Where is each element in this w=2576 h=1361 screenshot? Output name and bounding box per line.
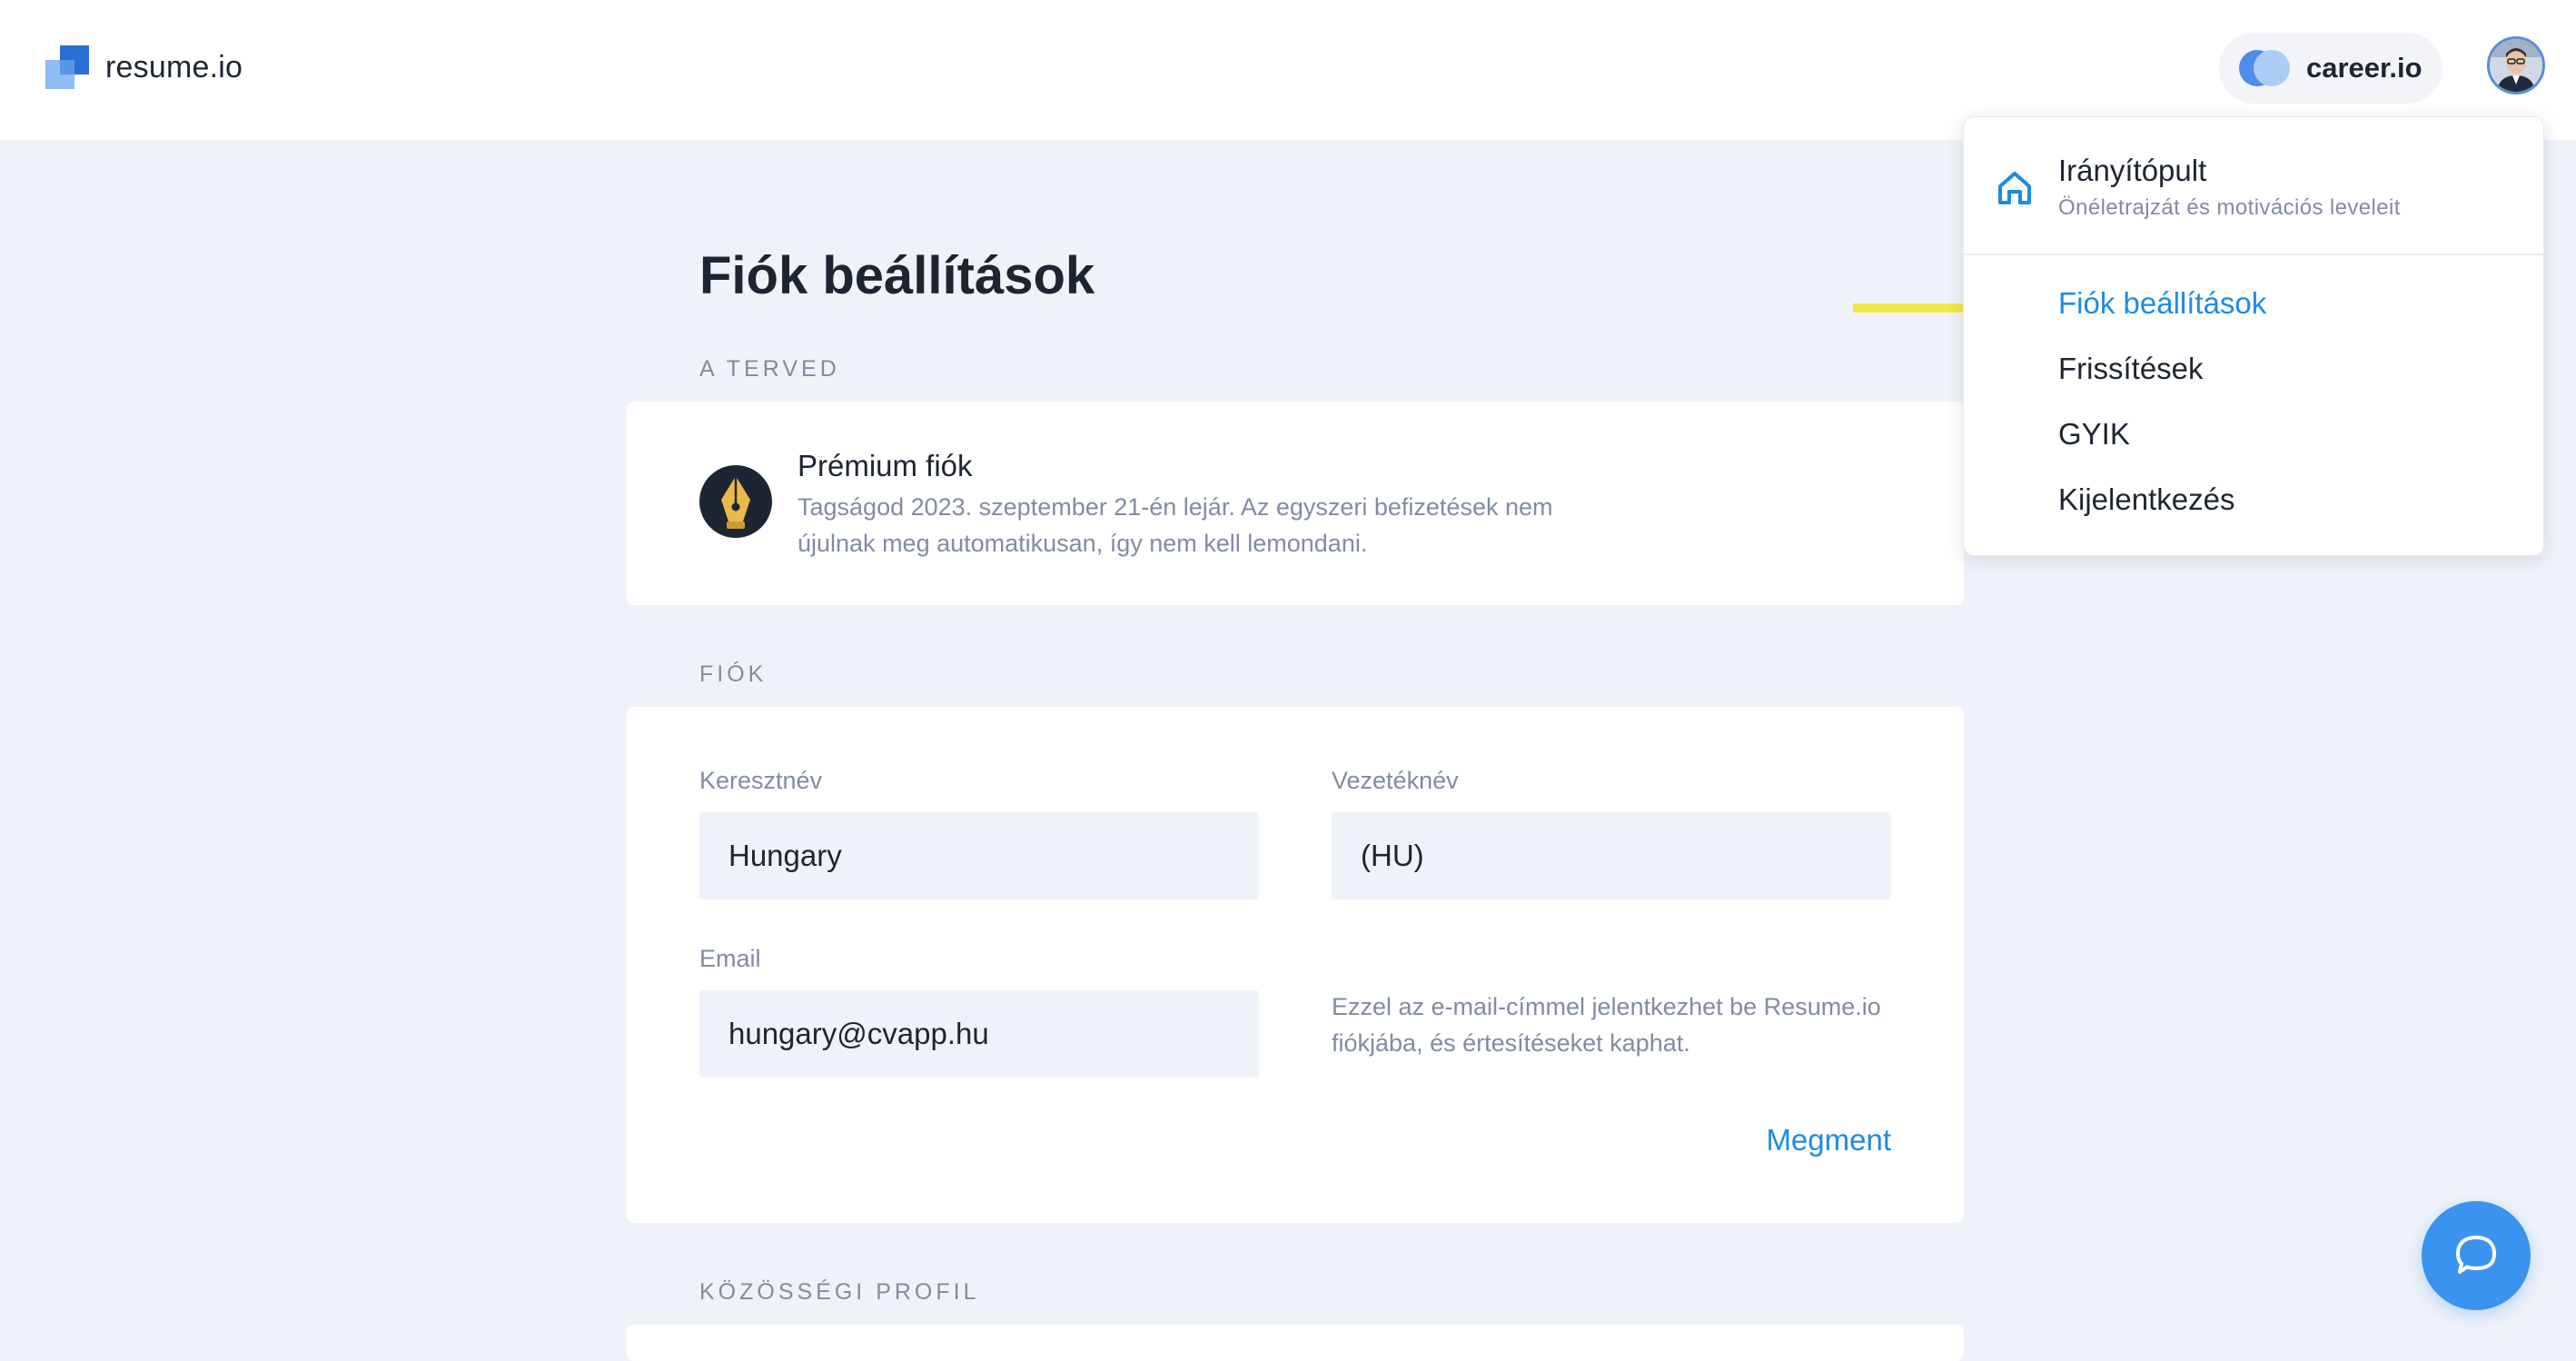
dashboard-menu-item[interactable]: Irányítópult Önéletrajzát és motivációs … [1964,117,2543,253]
email-label: Email [699,945,761,972]
dashboard-subtitle: Önéletrajzát és motivációs leveleit [2058,195,2401,220]
email-field[interactable] [699,990,1259,1078]
email-hint: Ezzel az e-mail-címmel jelentkezhet be R… [1332,993,1881,1057]
last-name-label: Vezetéknév [1332,767,1459,794]
first-name-field[interactable] [699,812,1259,899]
page-title: Fiók beállítások [699,246,1095,305]
social-profile-section-label: KÖZÖSSÉGI PROFIL [699,1279,980,1305]
career-io-icon [2239,50,2295,86]
save-button[interactable]: Megment [1766,1123,1891,1157]
social-profile-card [627,1325,1964,1361]
menu-item-updates[interactable]: Frissítések [2058,352,2204,386]
account-card: Keresztnév Vezetéknév Email Ezzel az e-m… [627,707,1964,1223]
menu-divider [1964,253,2543,255]
brand-name: resume.io [105,49,243,84]
user-avatar-button[interactable] [2487,36,2545,94]
brand-logo[interactable]: resume.io [45,45,243,89]
plan-card: Prémium fiók Tagságod 2023. szeptember 2… [627,402,1964,605]
chat-button[interactable] [2422,1201,2531,1310]
career-io-link[interactable]: career.io [2219,33,2442,104]
home-icon [1998,172,2031,204]
dashboard-title: Irányítópult [2058,154,2207,187]
career-io-label: career.io [2306,52,2422,84]
menu-item-faq[interactable]: GYIK [2058,417,2130,452]
user-dropdown-menu: Irányítópult Önéletrajzát és motivációs … [1963,116,2544,556]
menu-item-logout[interactable]: Kijelentkezés [2058,482,2234,517]
plan-section-label: A TERVED [699,356,840,382]
avatar-icon [2490,39,2542,92]
plan-name: Prémium fiók [798,449,973,482]
resume-logo-icon [45,45,89,89]
last-name-field[interactable] [1332,812,1891,899]
menu-item-account-settings[interactable]: Fiók beállítások [2058,286,2266,321]
plan-description: Tagságod 2023. szeptember 21-én lejár. A… [798,493,1553,557]
first-name-label: Keresztnév [699,767,823,794]
chat-bubble-icon [2456,1236,2496,1274]
fountain-pen-icon [699,465,772,538]
account-section-label: FIÓK [699,661,768,687]
